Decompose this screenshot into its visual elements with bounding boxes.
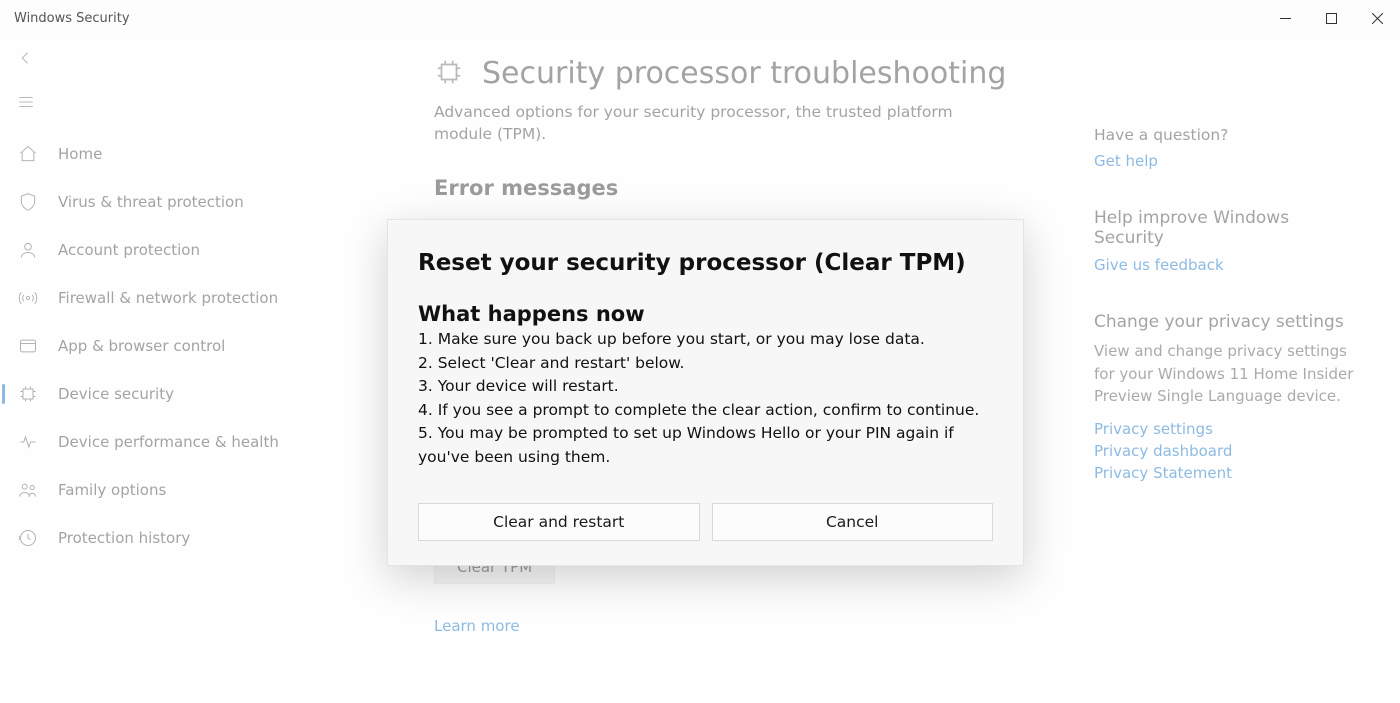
person-icon bbox=[18, 240, 38, 260]
privacy-heading: Change your privacy settings bbox=[1094, 312, 1360, 332]
sidebar-item-app-browser[interactable]: App & browser control bbox=[0, 322, 410, 370]
chip-icon bbox=[434, 57, 464, 91]
sidebar-item-label: Home bbox=[58, 145, 102, 163]
dialog-subheading: What happens now bbox=[418, 302, 993, 326]
privacy-description: View and change privacy settings for you… bbox=[1094, 340, 1360, 408]
dialog-steps: 1. Make sure you back up before you star… bbox=[418, 328, 993, 469]
maximize-button[interactable] bbox=[1308, 0, 1354, 36]
dialog-step: 5. You may be prompted to set up Windows… bbox=[418, 422, 993, 469]
broadcast-icon bbox=[18, 288, 38, 308]
dialog-step: 1. Make sure you back up before you star… bbox=[418, 328, 993, 352]
sidebar-item-label: Firewall & network protection bbox=[58, 289, 278, 307]
heart-rate-icon bbox=[18, 432, 38, 452]
privacy-dashboard-link[interactable]: Privacy dashboard bbox=[1094, 442, 1360, 460]
sidebar-item-label: App & browser control bbox=[58, 337, 225, 355]
history-icon bbox=[18, 528, 38, 548]
sidebar-item-family[interactable]: Family options bbox=[0, 466, 410, 514]
page-title: Security processor troubleshooting bbox=[482, 56, 1006, 91]
sidebar-item-device-security[interactable]: Device security bbox=[0, 370, 410, 418]
window-controls bbox=[1262, 0, 1400, 36]
chip-icon bbox=[18, 384, 38, 404]
learn-more-link[interactable]: Learn more bbox=[434, 617, 520, 635]
dialog-title: Reset your security processor (Clear TPM… bbox=[418, 250, 993, 276]
clear-and-restart-button[interactable]: Clear and restart bbox=[418, 503, 700, 541]
sidebar-item-label: Device security bbox=[58, 385, 174, 403]
improve-heading: Help improve Windows Security bbox=[1094, 208, 1360, 248]
sidebar: Home Virus & threat protection Account p… bbox=[0, 36, 410, 703]
sidebar-item-account[interactable]: Account protection bbox=[0, 226, 410, 274]
shield-icon bbox=[18, 192, 38, 212]
privacy-settings-link[interactable]: Privacy settings bbox=[1094, 420, 1360, 438]
family-icon bbox=[18, 480, 38, 500]
sidebar-item-history[interactable]: Protection history bbox=[0, 514, 410, 562]
home-icon bbox=[18, 144, 38, 164]
dialog-step: 2. Select 'Clear and restart' below. bbox=[418, 352, 993, 376]
dialog-step: 3. Your device will restart. bbox=[418, 375, 993, 399]
get-help-link[interactable]: Get help bbox=[1094, 152, 1360, 170]
sidebar-item-firewall[interactable]: Firewall & network protection bbox=[0, 274, 410, 322]
minimize-button[interactable] bbox=[1262, 0, 1308, 36]
feedback-link[interactable]: Give us feedback bbox=[1094, 256, 1360, 274]
titlebar: Windows Security bbox=[0, 0, 1400, 36]
error-messages-heading: Error messages bbox=[434, 176, 1034, 200]
dialog-step: 4. If you see a prompt to complete the c… bbox=[418, 399, 993, 423]
sidebar-item-label: Virus & threat protection bbox=[58, 193, 244, 211]
clear-tpm-dialog: Reset your security processor (Clear TPM… bbox=[387, 219, 1024, 566]
sidebar-item-label: Device performance & health bbox=[58, 433, 279, 451]
hamburger-button[interactable] bbox=[4, 80, 48, 124]
sidebar-item-label: Account protection bbox=[58, 241, 200, 259]
have-question-heading: Have a question? bbox=[1094, 126, 1360, 144]
sidebar-item-home[interactable]: Home bbox=[0, 130, 410, 178]
sidebar-item-performance[interactable]: Device performance & health bbox=[0, 418, 410, 466]
close-button[interactable] bbox=[1354, 0, 1400, 36]
window-title: Windows Security bbox=[14, 11, 130, 26]
page-subtitle: Advanced options for your security proce… bbox=[434, 101, 1004, 146]
back-button[interactable] bbox=[4, 36, 48, 80]
sidebar-item-label: Family options bbox=[58, 481, 166, 499]
sidebar-item-label: Protection history bbox=[58, 529, 190, 547]
browser-icon bbox=[18, 336, 38, 356]
cancel-button[interactable]: Cancel bbox=[712, 503, 994, 541]
privacy-statement-link[interactable]: Privacy Statement bbox=[1094, 464, 1360, 482]
sidebar-item-virus[interactable]: Virus & threat protection bbox=[0, 178, 410, 226]
